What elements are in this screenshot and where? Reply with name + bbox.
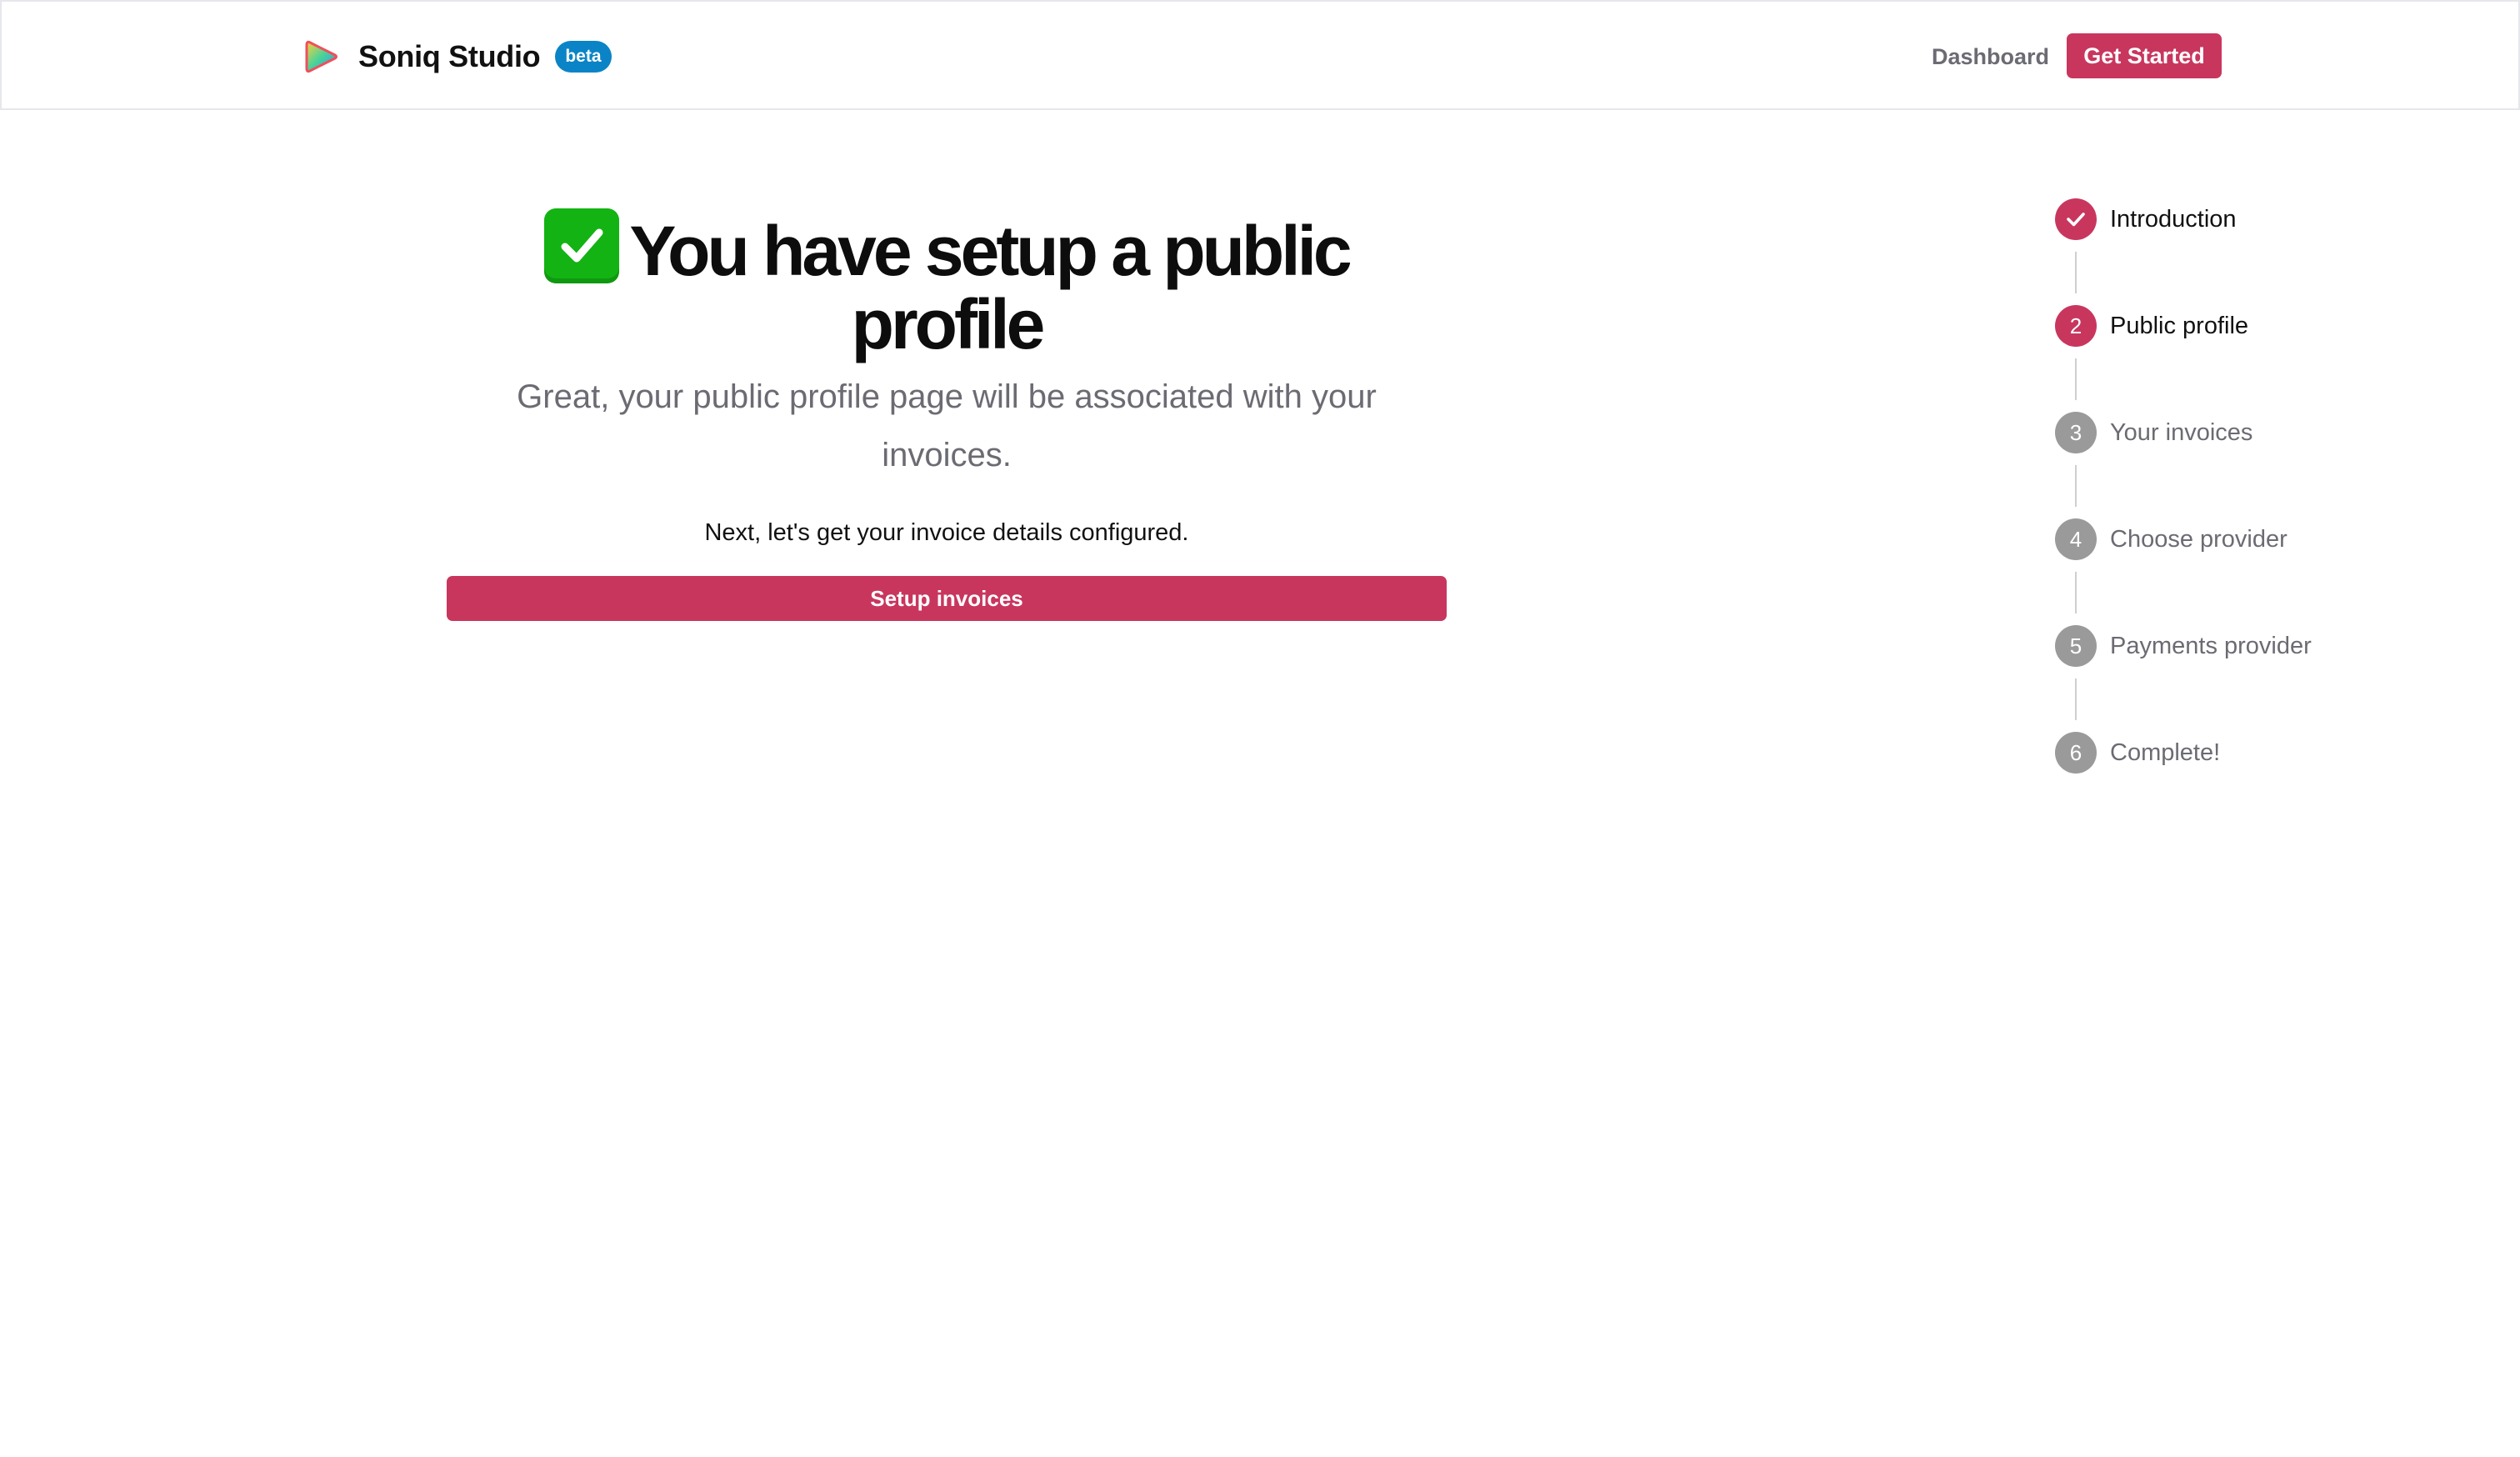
next-step-text: Next, let's get your invoice details con… bbox=[704, 519, 1189, 546]
step-choose-provider[interactable]: 4 Choose provider bbox=[2055, 518, 2472, 625]
step-public-profile[interactable]: 2 Public profile bbox=[2055, 305, 2472, 412]
step-number: 6 bbox=[2055, 732, 2097, 774]
step-your-invoices[interactable]: 3 Your invoices bbox=[2055, 412, 2472, 518]
dashboard-link[interactable]: Dashboard bbox=[1932, 40, 2049, 73]
step-number: 5 bbox=[2055, 625, 2097, 667]
onboarding-stepper: Introduction 2 Public profile 3 Your inv… bbox=[2055, 198, 2472, 839]
page-title: You have setup a public profile bbox=[447, 208, 1447, 361]
step-connector bbox=[2075, 572, 2077, 613]
step-label: Choose provider bbox=[2110, 526, 2288, 553]
step-label: Introduction bbox=[2110, 206, 2237, 233]
brand[interactable]: Soniq Studio beta bbox=[303, 33, 612, 80]
main-content: You have setup a public profile Great, y… bbox=[447, 208, 1447, 621]
step-label: Your invoices bbox=[2110, 419, 2253, 446]
step-connector bbox=[2075, 252, 2077, 293]
step-number: 2 bbox=[2055, 305, 2097, 347]
brand-name: Soniq Studio bbox=[358, 39, 541, 73]
step-number: 4 bbox=[2055, 518, 2097, 560]
check-mark-button-icon bbox=[544, 208, 620, 283]
soniq-logo-icon bbox=[305, 40, 338, 73]
top-navbar: Soniq Studio beta Dashboard Get Started bbox=[0, 0, 2520, 110]
step-connector bbox=[2075, 465, 2077, 507]
setup-invoices-button[interactable]: Setup invoices bbox=[447, 576, 1447, 621]
step-complete[interactable]: 6 Complete! bbox=[2055, 732, 2472, 839]
step-connector bbox=[2075, 358, 2077, 400]
check-icon bbox=[2067, 213, 2085, 227]
step-number: 3 bbox=[2055, 412, 2097, 453]
headline-text: You have setup a public profile bbox=[629, 212, 1352, 363]
step-completed-badge bbox=[2055, 198, 2097, 240]
step-payments-provider[interactable]: 5 Payments provider bbox=[2055, 625, 2472, 732]
step-introduction[interactable]: Introduction bbox=[2055, 198, 2472, 305]
step-label: Payments provider bbox=[2110, 633, 2312, 659]
beta-badge: beta bbox=[555, 41, 612, 73]
step-label: Public profile bbox=[2110, 313, 2249, 339]
get-started-button[interactable]: Get Started bbox=[2067, 33, 2222, 78]
step-connector bbox=[2075, 678, 2077, 720]
subtitle: Great, your public profile page will be … bbox=[517, 378, 1377, 473]
step-label: Complete! bbox=[2110, 739, 2221, 766]
